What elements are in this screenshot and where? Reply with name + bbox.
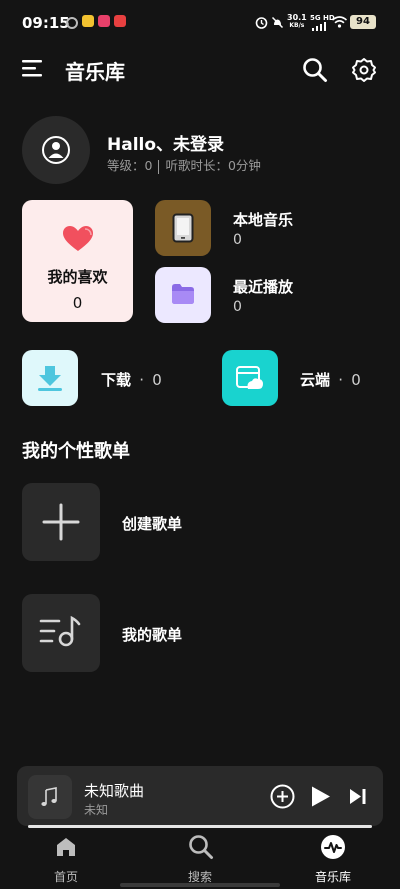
separator-dot: · [139, 371, 145, 389]
gesture-bar [120, 883, 280, 887]
divider [158, 159, 160, 174]
network-speed: 30.1 KB/s [287, 14, 307, 30]
user-greeting[interactable]: Hallo、未登录 [107, 130, 224, 155]
playback-progress-bar[interactable] [28, 825, 372, 828]
download-icon [38, 366, 62, 391]
search-icon[interactable] [302, 57, 328, 83]
mute-icon [271, 16, 284, 29]
speed-value: 30.1 [287, 13, 307, 22]
recent-play-count: 0 [233, 299, 242, 315]
heart-icon [63, 226, 93, 251]
add-to-playlist-icon[interactable] [270, 784, 295, 809]
folder-icon [172, 284, 194, 304]
status-time: 09:15 [22, 14, 70, 32]
my-playlists-button[interactable] [22, 594, 100, 672]
album-art[interactable] [28, 775, 72, 819]
app-notification-icon [114, 15, 126, 27]
local-music-count: 0 [233, 232, 242, 248]
signal-icon [312, 22, 326, 31]
plus-icon [42, 503, 80, 541]
home-icon[interactable] [55, 836, 77, 858]
cloud-icon [236, 366, 263, 389]
favorites-label: 我的喜欢 [47, 268, 108, 286]
download-row[interactable]: 下载 · 0 [101, 369, 162, 390]
create-playlist-button[interactable] [22, 483, 100, 561]
download-count: 0 [152, 371, 162, 389]
wifi-icon [332, 16, 347, 28]
nav-home[interactable]: 首页 [36, 868, 96, 885]
nav-library[interactable]: 音乐库 [303, 868, 363, 885]
search-icon[interactable] [188, 834, 214, 860]
user-level: 等级：0 [107, 158, 153, 173]
app-notification-icon [82, 15, 94, 27]
song-title: 未知歌曲 [84, 782, 145, 800]
favorites-count: 0 [72, 294, 83, 312]
page-title: 音乐库 [65, 60, 125, 84]
download-label: 下载 [101, 371, 132, 389]
separator-dot: · [338, 371, 344, 389]
user-icon [42, 136, 70, 164]
menu-icon[interactable] [22, 58, 44, 78]
status-bar: 09:15 30.1 KB/s 5G HD 94 [0, 0, 400, 48]
alarm-icon [255, 17, 268, 29]
settings-icon[interactable] [351, 57, 377, 83]
user-stats: 等级：0 听歌时长：0分钟 [107, 155, 261, 174]
my-playlists-label[interactable]: 我的歌单 [122, 624, 182, 645]
music-note-icon [41, 787, 57, 806]
create-playlist-label[interactable]: 创建歌单 [122, 513, 182, 534]
cloud-row[interactable]: 云端 · 0 [300, 369, 361, 390]
speed-unit: KB/s [289, 22, 305, 29]
app-notification-icon [98, 15, 110, 27]
battery-indicator: 94 [350, 15, 376, 29]
play-icon[interactable] [310, 785, 332, 808]
phone-icon [172, 213, 194, 243]
music-library-icon[interactable] [320, 834, 346, 860]
cloud-count: 0 [351, 371, 361, 389]
recent-play-label[interactable]: 最近播放 [233, 276, 293, 297]
local-music-label[interactable]: 本地音乐 [233, 209, 293, 230]
playlists-heading: 我的个性歌单 [22, 441, 130, 462]
listen-duration: 听歌时长：0分钟 [165, 158, 261, 173]
cloud-label: 云端 [300, 371, 331, 389]
avatar[interactable] [22, 116, 90, 184]
notification-icon [66, 17, 78, 29]
song-artist: 未知 [84, 803, 109, 817]
next-track-icon[interactable] [349, 788, 367, 805]
playlist-icon [39, 615, 81, 647]
